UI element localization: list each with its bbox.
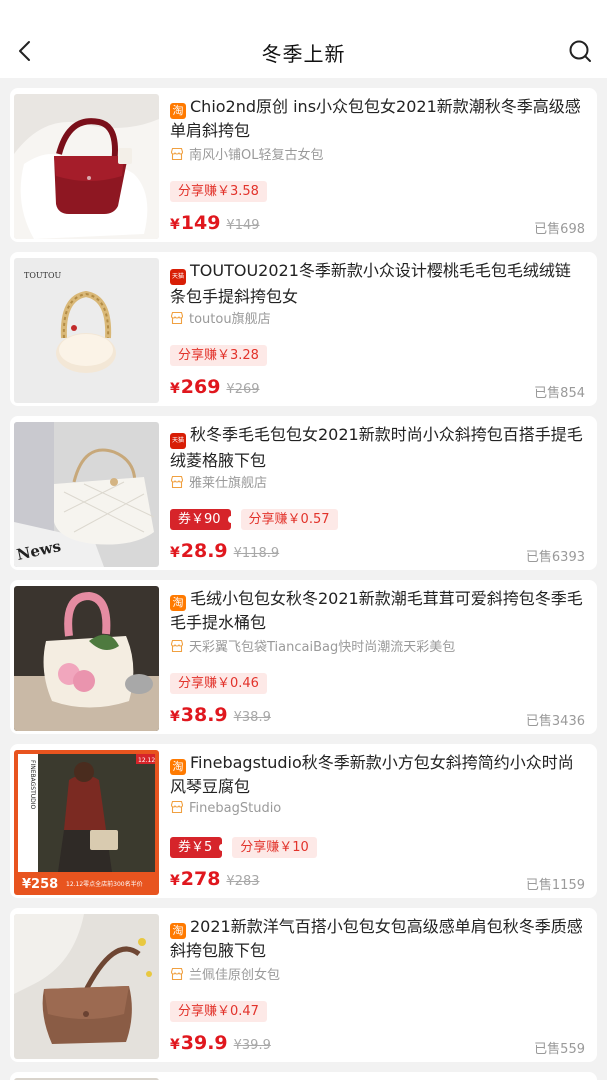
share-earn-tag[interactable]: 分享赚￥3.58: [170, 181, 267, 202]
promo-price-text: ¥258: [22, 877, 58, 892]
original-price: ¥149: [226, 218, 260, 233]
product-image[interactable]: [14, 94, 159, 239]
search-button[interactable]: [565, 36, 595, 66]
product-title[interactable]: 淘 2021新款洋气百搭小包包女包高级感单肩包秋冬季质感斜挎包腋下包: [170, 915, 585, 961]
current-price: 28.9: [180, 540, 228, 562]
shop-name[interactable]: 兰佩佳原创女包: [170, 964, 280, 983]
product-card[interactable]: 淘 Chio2nd原创 ins小众包包女2021新款潮秋冬季高级感单肩斜挎包 南风…: [10, 88, 597, 242]
page-title: 冬季上新: [261, 42, 346, 66]
coupon-tag[interactable]: 券￥5: [170, 837, 226, 858]
product-image[interactable]: FINEBAGSTUDIO 12.12 ¥258 12.12零点全店前300名半…: [14, 750, 159, 895]
share-earn-tag[interactable]: 分享赚￥3.28: [170, 345, 267, 366]
tmall-icon: 天猫: [170, 433, 186, 449]
promo-tags: 分享赚￥3.58: [170, 180, 267, 202]
price-row: ¥28.9 ¥118.9: [170, 540, 279, 566]
image-brand-text: FINEBAGSTUDIO: [29, 760, 36, 810]
sold-count: 已售3436: [525, 714, 585, 729]
currency-symbol: ¥: [170, 1037, 180, 1053]
promo-tags: 券￥90 分享赚￥0.57: [170, 508, 338, 530]
currency-symbol: ¥: [170, 545, 180, 561]
sold-count: 已售854: [534, 386, 585, 401]
current-price: 149: [180, 212, 221, 234]
shop-icon: [170, 967, 184, 981]
product-image[interactable]: [14, 914, 159, 1059]
product-card[interactable]: FINEBAGSTUDIO 12.12 ¥258 12.12零点全店前300名半…: [10, 744, 597, 898]
shop-name[interactable]: 天彩翼飞包袋TiancaiBag快时尚潮流天彩美包: [170, 636, 455, 655]
shop-icon: [170, 147, 184, 161]
image-brand-text: TOUTOU: [24, 271, 62, 280]
promo-tags: 券￥5 分享赚￥10: [170, 836, 317, 858]
sold-count: 已售1159: [525, 878, 585, 893]
current-price: 269: [180, 376, 221, 398]
product-title[interactable]: 淘 Chio2nd原创 ins小众包包女2021新款潮秋冬季高级感单肩斜挎包: [170, 95, 585, 141]
promo-date-text: 12.12: [138, 757, 155, 764]
product-card[interactable]: TOUTOU 天猫 TOUTOU2021冬季新款小众设计樱桃毛毛包毛绒绒链条包手提…: [10, 252, 597, 406]
price-row: ¥38.9 ¥38.9: [170, 704, 271, 730]
taobao-icon: 淘: [170, 595, 186, 611]
current-price: 38.9: [180, 704, 228, 726]
shop-icon: [170, 475, 184, 489]
current-price: 278: [180, 868, 221, 890]
promo-tags: 分享赚￥0.46: [170, 672, 267, 694]
currency-symbol: ¥: [170, 217, 180, 233]
price-row: ¥39.9 ¥39.9: [170, 1032, 271, 1058]
product-title[interactable]: 天猫 TOUTOU2021冬季新款小众设计樱桃毛毛包毛绒绒链条包手提斜挎包女: [170, 259, 585, 305]
original-price: ¥118.9: [233, 546, 280, 561]
promo-tags: 分享赚￥0.47: [170, 1000, 267, 1022]
top-bar: 冬季上新: [0, 0, 607, 78]
product-image[interactable]: News: [14, 422, 159, 567]
sold-count: 已售6393: [525, 550, 585, 565]
product-title[interactable]: 淘毛绒小包包女秋冬2021新款潮毛茸茸可爱斜挎包冬季毛毛手提水桶包: [170, 587, 585, 633]
product-image[interactable]: [14, 586, 159, 731]
price-row: ¥149 ¥149: [170, 212, 260, 238]
share-earn-tag[interactable]: 分享赚￥0.46: [170, 673, 267, 694]
shop-icon: [170, 800, 184, 814]
original-price: ¥38.9: [233, 710, 271, 725]
product-card[interactable]: 淘 2021新款洋气百搭小包包女包高级感单肩包秋冬季质感斜挎包腋下包 兰佩佳原创女…: [10, 908, 597, 1062]
share-earn-tag[interactable]: 分享赚￥0.47: [170, 1001, 267, 1022]
sold-count: 已售559: [534, 1042, 585, 1057]
taobao-icon: 淘: [170, 759, 186, 775]
search-icon: [569, 40, 591, 62]
product-title[interactable]: 天猫 秋冬季毛毛包包女2021新款时尚小众斜挎包百搭手提毛绒菱格腋下包: [170, 423, 585, 469]
currency-symbol: ¥: [170, 873, 180, 889]
original-price: ¥39.9: [233, 1038, 271, 1053]
share-earn-tag[interactable]: 分享赚￥10: [232, 837, 317, 858]
tmall-icon: 天猫: [170, 269, 186, 285]
currency-symbol: ¥: [170, 381, 180, 397]
product-card[interactable]: [10, 1072, 597, 1080]
shop-name[interactable]: 雅莱仕旗舰店: [170, 472, 267, 491]
original-price: ¥269: [226, 382, 260, 397]
taobao-icon: 淘: [170, 923, 186, 939]
original-price: ¥283: [226, 874, 260, 889]
shop-name[interactable]: FinebagStudio: [170, 800, 281, 818]
currency-symbol: ¥: [170, 709, 180, 725]
promo-tags: 分享赚￥3.28: [170, 344, 267, 366]
current-price: 39.9: [180, 1032, 228, 1054]
price-row: ¥269 ¥269: [170, 376, 260, 402]
product-card[interactable]: News 天猫 秋冬季毛毛包包女2021新款时尚小众斜挎包百搭手提毛绒菱格腋下包 …: [10, 416, 597, 570]
product-image[interactable]: TOUTOU: [14, 258, 159, 403]
promo-banner-text: 12.12零点全店前300名半价: [66, 880, 143, 888]
shop-icon: [170, 311, 184, 325]
coupon-tag[interactable]: 券￥90: [170, 509, 234, 530]
product-title[interactable]: 淘 Finebagstudio秋冬季新款小方包女斜挎简约小众时尚风琴豆腐包: [170, 751, 585, 797]
product-card[interactable]: 淘毛绒小包包女秋冬2021新款潮毛茸茸可爱斜挎包冬季毛毛手提水桶包 天彩翼飞包袋…: [10, 580, 597, 734]
shop-icon: [170, 639, 184, 653]
shop-name[interactable]: toutou旗舰店: [170, 308, 271, 327]
price-row: ¥278 ¥283: [170, 868, 260, 894]
shop-name[interactable]: 南风小铺OL轻复古女包: [170, 144, 323, 163]
sold-count: 已售698: [534, 222, 585, 237]
taobao-icon: 淘: [170, 103, 186, 119]
share-earn-tag[interactable]: 分享赚￥0.57: [240, 509, 338, 530]
